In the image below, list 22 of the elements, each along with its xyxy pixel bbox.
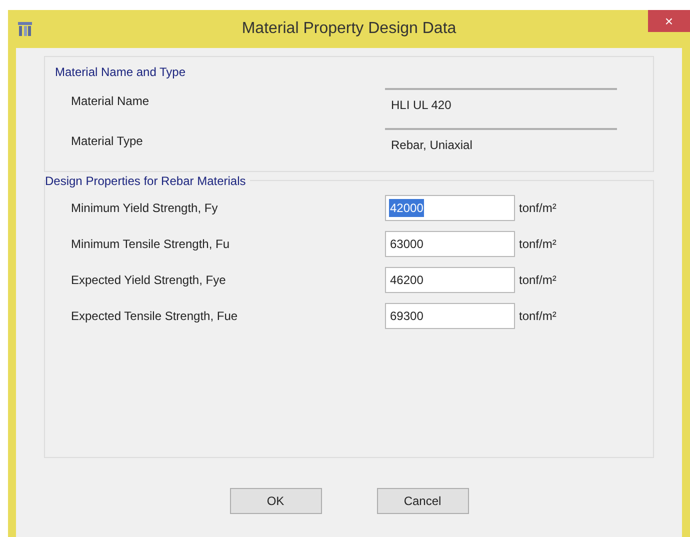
field-label: Material Name [70,93,150,110]
close-button[interactable]: × [648,10,690,32]
input-field[interactable]: 46200 [385,267,515,293]
window-title: Material Property Design Data [242,19,456,39]
field-label: Expected Tensile Strength, Fue [70,308,239,325]
field-label: Expected Yield Strength, Fye [70,272,227,289]
input-field[interactable]: 63000 [385,231,515,257]
unit-label: tonf/m² [518,308,556,325]
field-value: Rebar, Uniaxial [385,128,617,154]
input-field[interactable]: 42000 [385,195,515,221]
unit-label: tonf/m² [518,200,556,217]
app-icon [18,20,32,36]
unit-label: tonf/m² [518,236,556,253]
field-value: HLI UL 420 [385,88,617,114]
group-title: Material Name and Type [55,64,187,81]
dialog-button[interactable]: OK [230,488,322,514]
input-field[interactable]: 69300 [385,303,515,329]
field-label: Minimum Yield Strength, Fy [70,200,219,217]
unit-label: tonf/m² [518,272,556,289]
dialog-button[interactable]: Cancel [376,488,468,514]
field-label: Material Type [70,133,144,150]
field-label: Minimum Tensile Strength, Fu [70,236,231,253]
